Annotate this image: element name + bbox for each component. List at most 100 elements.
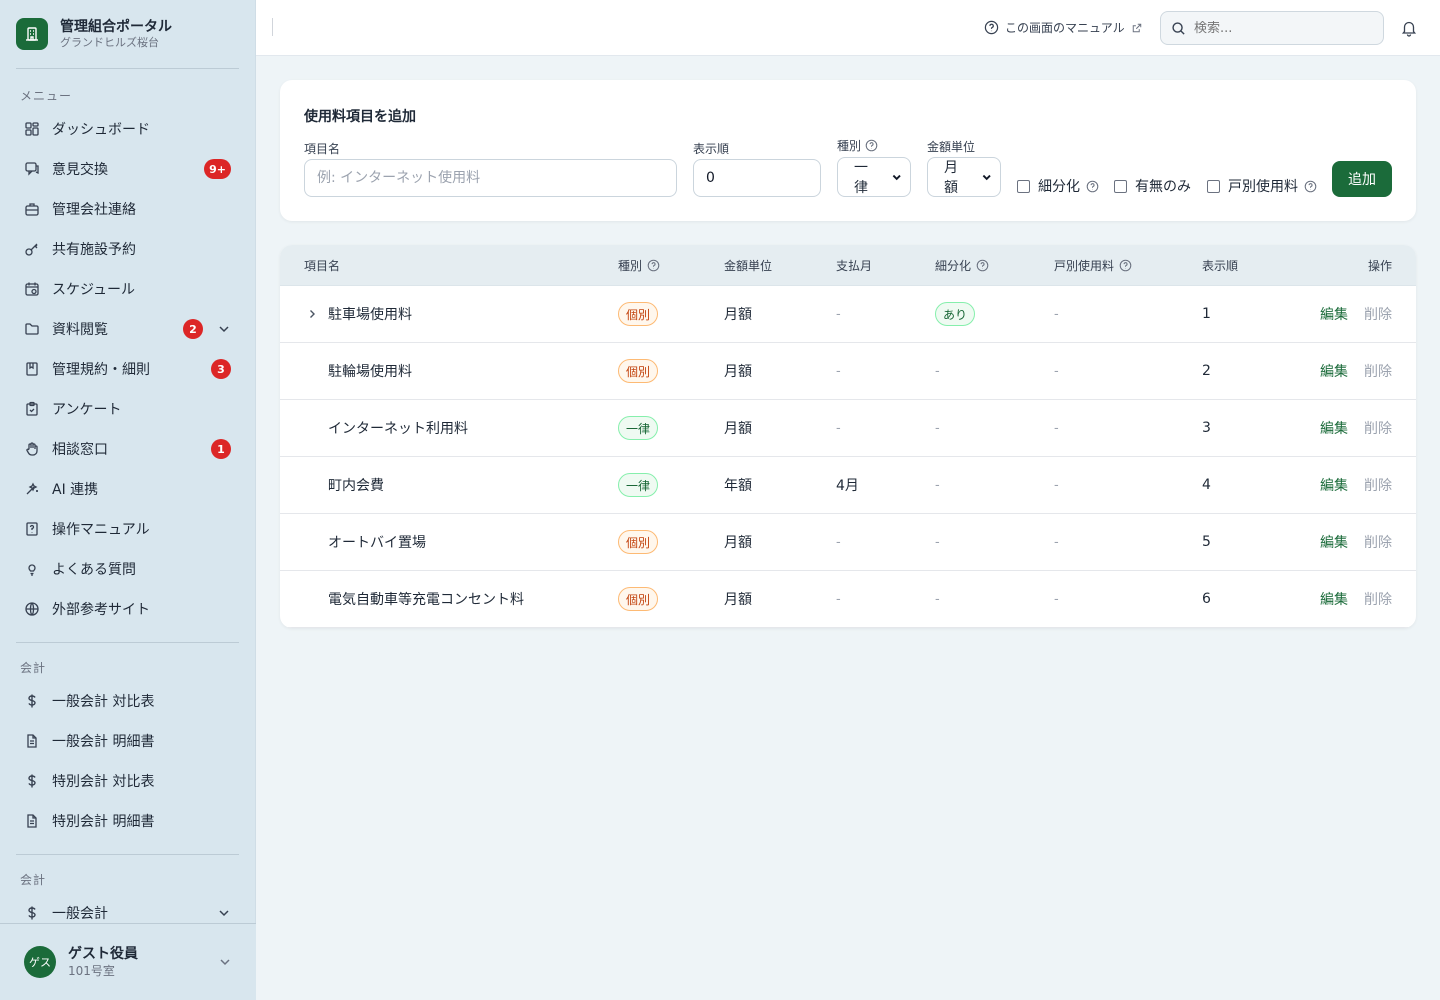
unit-select-value: 月額 <box>944 160 958 196</box>
item-name-input[interactable] <box>304 159 677 197</box>
per-unit-fee-checkbox[interactable]: 戸別使用料 <box>1207 176 1317 196</box>
sidebar-item-label: 特別会計 対比表 <box>52 774 155 790</box>
sidebar-item-special-statement[interactable]: 特別会計 明細書 <box>0 801 255 841</box>
add-button[interactable]: 追加 <box>1332 161 1392 197</box>
help-circle-icon[interactable] <box>647 259 660 272</box>
help-circle-icon[interactable] <box>1086 180 1099 193</box>
sidebar-item-label: 操作マニュアル <box>52 522 150 538</box>
delete-button[interactable]: 削除 <box>1364 418 1392 438</box>
type-badge: 個別 <box>618 530 659 554</box>
edit-button[interactable]: 編集 <box>1320 361 1348 381</box>
type-badge: 個別 <box>618 359 659 383</box>
type-select[interactable]: 一律 <box>837 157 911 197</box>
delete-button[interactable]: 削除 <box>1364 475 1392 495</box>
table-row[interactable]: 町内会費 一律 年額 4月 - - 4 編集 削除 <box>280 457 1416 514</box>
chevron-down-icon <box>982 174 991 181</box>
delete-button[interactable]: 削除 <box>1364 532 1392 552</box>
sidebar-item-label: 一般会計 明細書 <box>52 734 155 750</box>
user-menu[interactable]: ゲス ゲスト役員 101号室 <box>0 923 256 1000</box>
sidebar-item-discussion[interactable]: 意見交換 9+ <box>0 149 255 189</box>
display-order-input[interactable] <box>693 159 821 197</box>
help-circle-icon[interactable] <box>976 259 989 272</box>
cell-unit: 月額 <box>724 364 752 380</box>
sidebar-item-label: ダッシュボード <box>52 122 150 138</box>
sidebar-item-regulations[interactable]: 管理規約・細則 3 <box>0 349 255 389</box>
sidebar-item-documents[interactable]: 資料閲覧 2 <box>0 309 255 349</box>
subdivide-checkbox[interactable]: 細分化 <box>1017 176 1099 196</box>
cell-name: 町内会費 <box>328 478 384 494</box>
lightbulb-icon <box>28 564 36 576</box>
cell-per-unit: - <box>1054 477 1059 493</box>
sidebar-item-facility-booking[interactable]: 共有施設予約 <box>0 229 255 269</box>
search-input[interactable] <box>1194 20 1364 36</box>
cell-unit: 月額 <box>724 421 752 437</box>
table-row[interactable]: 電気自動車等充電コンセント料 個別 月額 - - - 6 編集 削除 <box>280 571 1416 628</box>
notification-badge: 9+ <box>204 159 231 179</box>
sidebar-item-manual[interactable]: 操作マニュアル <box>0 509 255 549</box>
per-unit-fee-label: 戸別使用料 <box>1228 179 1298 195</box>
unit-select[interactable]: 月額 <box>927 157 1001 197</box>
column-header-type: 種別 <box>618 245 660 286</box>
chevron-down-icon[interactable] <box>218 955 232 969</box>
cell-pay-month: - <box>836 591 841 607</box>
bell-icon[interactable] <box>1400 19 1418 37</box>
table-row[interactable]: オートバイ置場 個別 月額 - - - 5 編集 削除 <box>280 514 1416 571</box>
cell-per-unit: - <box>1054 591 1059 607</box>
dashboard-icon <box>25 122 39 136</box>
building-logo-icon <box>16 18 48 50</box>
unit-label: 金額単位 <box>927 140 976 154</box>
checkbox[interactable] <box>1017 179 1030 193</box>
presence-only-checkbox[interactable]: 有無のみ <box>1114 176 1191 196</box>
sidebar-item-general-statement[interactable]: 一般会計 明細書 <box>0 721 255 761</box>
table-row[interactable]: 駐輪場使用料 個別 月額 - - - 2 編集 削除 <box>280 343 1416 400</box>
column-header-type-text: 種別 <box>618 259 643 273</box>
chevron-right-icon[interactable] <box>306 308 318 320</box>
edit-button[interactable]: 編集 <box>1320 475 1348 495</box>
edit-button[interactable]: 編集 <box>1320 589 1348 609</box>
delete-button[interactable]: 削除 <box>1364 304 1392 324</box>
sidebar-item-dashboard[interactable]: ダッシュボード <box>0 109 255 149</box>
search-box[interactable] <box>1160 11 1384 45</box>
manual-icon <box>26 522 38 536</box>
chevron-down-icon[interactable] <box>217 322 231 336</box>
sidebar-item-ai[interactable]: AI 連携 <box>0 469 255 509</box>
sidebar-item-faq[interactable]: よくある質問 <box>0 549 255 589</box>
cell-subdivide: - <box>935 534 940 550</box>
sidebar-item-label: 共有施設予約 <box>52 242 136 258</box>
sidebar-item-survey[interactable]: アンケート <box>0 389 255 429</box>
sidebar-item-management-contact[interactable]: 管理会社連絡 <box>0 189 255 229</box>
sidebar-item-special-comparison[interactable]: 特別会計 対比表 <box>0 761 255 801</box>
delete-button[interactable]: 削除 <box>1364 361 1392 381</box>
column-header-per-unit: 戸別使用料 <box>1054 245 1132 286</box>
checkbox[interactable] <box>1207 179 1220 193</box>
avatar: ゲス <box>24 946 56 978</box>
column-header-name: 項目名 <box>304 259 341 273</box>
help-circle-icon[interactable] <box>1304 180 1317 193</box>
cell-pay-month: - <box>836 534 841 550</box>
sidebar-item-external-sites[interactable]: 外部参考サイト <box>0 589 255 629</box>
book-icon <box>26 362 38 376</box>
table-row[interactable]: 駐車場使用料 個別 月額 - あり - 1 編集 削除 <box>280 286 1416 343</box>
help-circle-icon[interactable] <box>1119 259 1132 272</box>
cell-subdivide: - <box>935 591 940 607</box>
cell-actions: 編集 削除 <box>1320 514 1392 570</box>
brand[interactable]: 管理組合ポータル グランドヒルズ桜台 <box>0 0 255 68</box>
sidebar-item-general-comparison[interactable]: 一般会計 対比表 <box>0 681 255 721</box>
edit-button[interactable]: 編集 <box>1320 418 1348 438</box>
edit-button[interactable]: 編集 <box>1320 532 1348 552</box>
chevron-down-icon[interactable] <box>217 906 231 920</box>
sidebar-item-schedule[interactable]: スケジュール <box>0 269 255 309</box>
document-icon <box>27 814 37 828</box>
brand-subtitle: グランドヒルズ桜台 <box>60 36 159 49</box>
sidebar-item-consultation[interactable]: 相談窓口 1 <box>0 429 255 469</box>
delete-button[interactable]: 削除 <box>1364 589 1392 609</box>
table-row[interactable]: インターネット利用料 一律 月額 - - - 3 編集 削除 <box>280 400 1416 457</box>
hand-icon <box>26 442 38 456</box>
help-circle-icon[interactable] <box>865 139 878 152</box>
cell-unit: 月額 <box>724 307 752 323</box>
name-label: 項目名 <box>304 142 341 156</box>
edit-button[interactable]: 編集 <box>1320 304 1348 324</box>
user-room: 101号室 <box>68 964 115 978</box>
screen-manual-link[interactable]: この画面のマニュアル <box>984 19 1143 36</box>
checkbox[interactable] <box>1114 179 1127 193</box>
